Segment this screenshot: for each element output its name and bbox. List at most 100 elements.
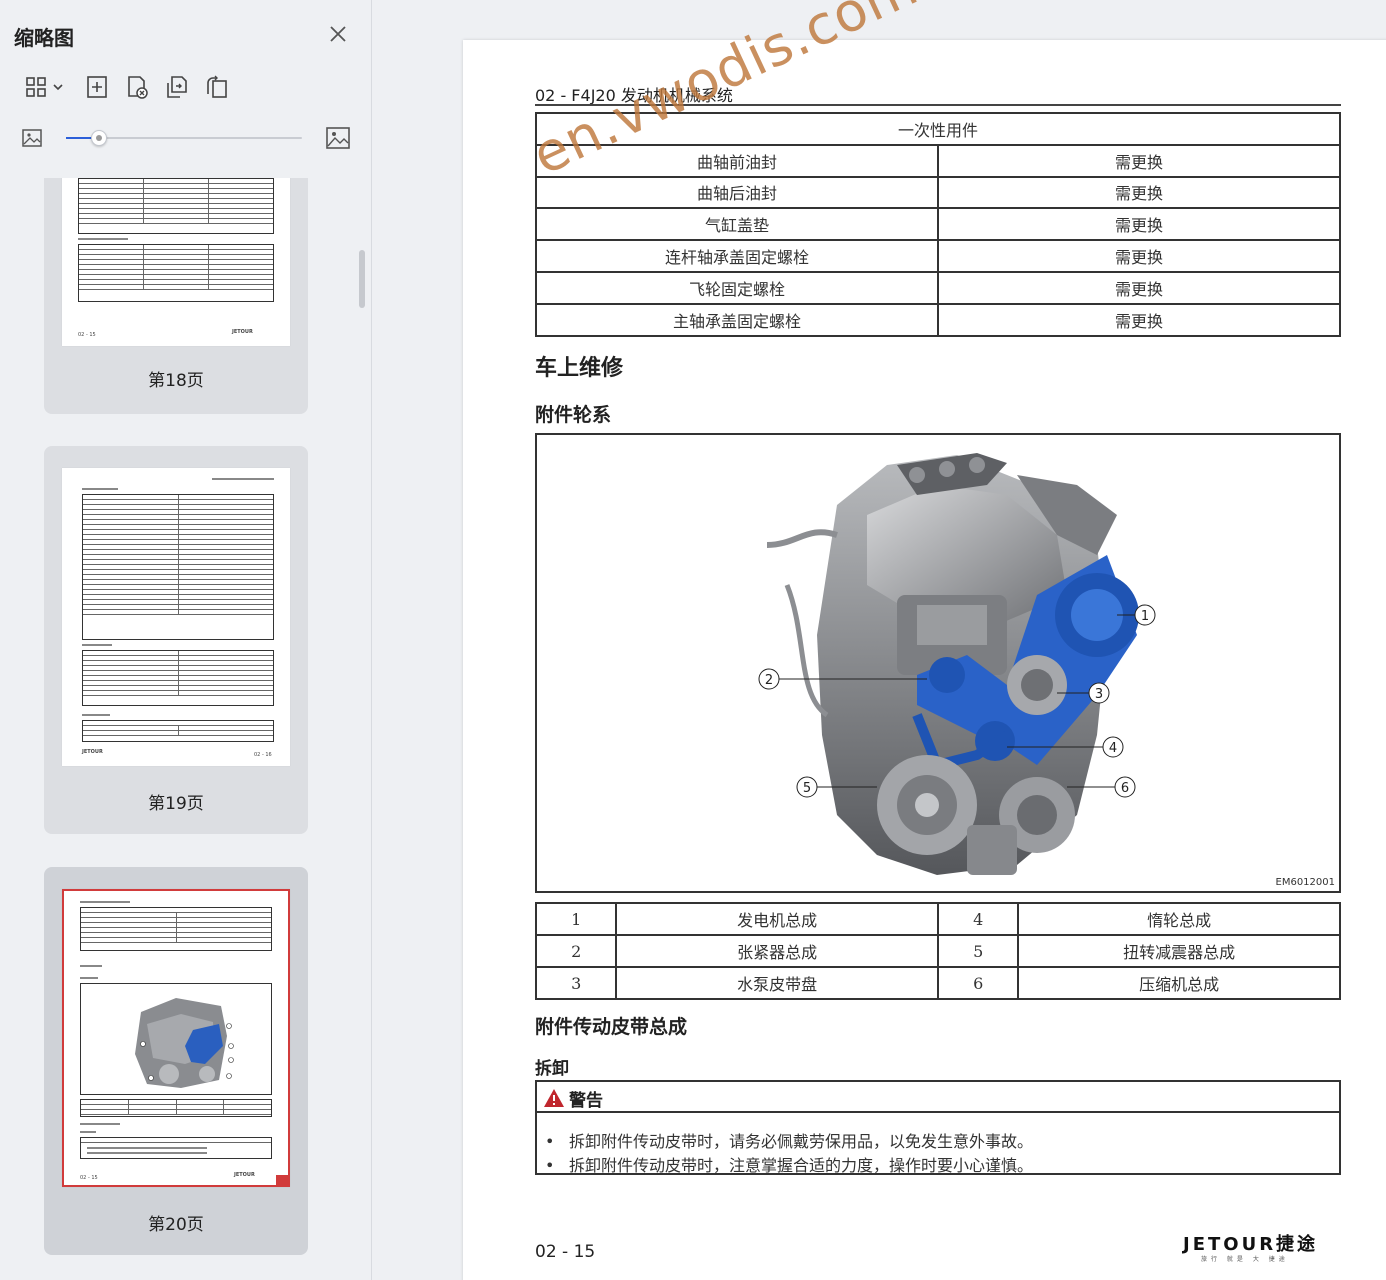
add-page-icon bbox=[87, 76, 107, 98]
thumbnail-footer-left: JETOUR bbox=[82, 749, 103, 755]
thumbnail-label: 第19页 bbox=[148, 794, 204, 814]
warning-header: 警告 bbox=[537, 1082, 1339, 1113]
view-mode-button[interactable] bbox=[20, 72, 68, 102]
legend-name: 水泵皮带盘 bbox=[615, 966, 939, 1000]
part-name: 曲轴后油封 bbox=[535, 175, 939, 210]
callout-5-label: 5 bbox=[803, 781, 811, 796]
add-page-button[interactable] bbox=[82, 72, 112, 102]
legend-name: 发电机总成 bbox=[615, 902, 939, 936]
thumbnail-footer-left: 02 - 15 bbox=[80, 1175, 98, 1181]
subsection-heading: 附件传动皮带总成 bbox=[535, 1016, 688, 1038]
thumbnail-zoom bbox=[18, 122, 358, 156]
thumbnail-page-18[interactable]: 02 - 15 JETOUR 第18页 bbox=[44, 178, 308, 414]
table-row: 曲轴后油封 需更换 bbox=[535, 175, 1341, 210]
chevron-down-icon bbox=[53, 84, 63, 91]
part-name: 曲轴前油封 bbox=[535, 143, 939, 178]
rotate-page-button[interactable] bbox=[202, 72, 232, 102]
extract-page-icon bbox=[167, 76, 187, 98]
engine-figure: 1 2 3 4 5 6 EM6012001 bbox=[535, 433, 1341, 893]
grid-view-icon bbox=[26, 77, 46, 97]
header-rule bbox=[535, 104, 1341, 106]
procedure-heading: 拆卸 bbox=[535, 1059, 569, 1079]
panel-title: 缩略图 bbox=[14, 26, 74, 50]
part-name: 主轴承盖固定螺栓 bbox=[535, 302, 939, 337]
warning-item: • 拆卸附件传动皮带时，注意掌握合适的力度，操作时要小心谨慎。 bbox=[545, 1156, 1034, 1175]
table-title: 一次性用件 bbox=[535, 112, 1341, 146]
part-name: 飞轮固定螺栓 bbox=[535, 270, 939, 305]
part-action: 需更换 bbox=[937, 239, 1341, 273]
document-viewer: 02 - F4J20 发动机机械系统 一次性用件 曲轴前油封 需更换 曲轴后油封需… bbox=[373, 0, 1386, 1280]
thumbnail-preview: JETOUR 02 - 16 bbox=[62, 468, 290, 766]
rotate-page-icon bbox=[207, 75, 227, 98]
thumbnail-panel: 缩略图 02 - 15 JETOUR 第18页 JETOUR 02 - 16 第… bbox=[0, 0, 372, 1280]
table-row: 气缸盖垫 需更换 bbox=[535, 207, 1341, 242]
current-page-marker bbox=[276, 1175, 288, 1185]
thumbnail-footer-right: 02 - 16 bbox=[254, 752, 272, 758]
legend-name: 压缩机总成 bbox=[1017, 966, 1341, 1000]
callout-6-label: 6 bbox=[1121, 781, 1129, 796]
thumbnail-page-19[interactable]: JETOUR 02 - 16 第19页 bbox=[44, 446, 308, 834]
close-icon[interactable] bbox=[326, 22, 350, 46]
legend-name: 惰轮总成 bbox=[1017, 902, 1341, 936]
part-name: 气缸盖垫 bbox=[535, 207, 939, 242]
callout-4-label: 4 bbox=[1109, 741, 1117, 756]
callout-2-label: 2 bbox=[765, 673, 773, 688]
disposable-parts-table: 一次性用件 曲轴前油封 需更换 曲轴后油封 需更换 气缸盖垫 需更换 连杆轴承盖固定螺… bbox=[535, 112, 1341, 337]
delete-page-icon bbox=[128, 76, 148, 99]
page-header: 02 - F4J20 发动机机械系统 bbox=[535, 86, 733, 105]
warning-box: 警告 • 拆卸附件传动皮带时，请务必佩戴劳保用品，以免发生意外事故。 • 拆卸附件传… bbox=[535, 1080, 1341, 1175]
warning-item: • 拆卸附件传动皮带时，请务必佩戴劳保用品，以免发生意外事故。 bbox=[545, 1132, 1034, 1151]
thumbnail-footer-right: JETOUR bbox=[232, 329, 253, 335]
legend-number: 6 bbox=[936, 966, 1020, 1000]
table-row: 主轴承盖固定螺栓 需更换 bbox=[535, 302, 1341, 337]
thumbnail-scrollbar[interactable] bbox=[359, 250, 365, 308]
legend-number: 2 bbox=[534, 934, 618, 968]
legend-number: 5 bbox=[936, 934, 1020, 968]
warning-text: 拆卸附件传动皮带时，请务必佩戴劳保用品，以免发生意外事故。 bbox=[569, 1132, 1034, 1151]
part-action: 需更换 bbox=[937, 207, 1341, 242]
legend-number: 3 bbox=[534, 966, 618, 1000]
part-name: 连杆轴承盖固定螺栓 bbox=[535, 239, 939, 273]
warning-triangle-icon bbox=[544, 1089, 564, 1107]
legend-number: 4 bbox=[936, 902, 1020, 936]
zoom-slider-thumb[interactable] bbox=[91, 130, 107, 146]
legend-name: 张紧器总成 bbox=[615, 934, 939, 968]
delete-page-button[interactable] bbox=[122, 72, 152, 102]
thumbnail-label: 第18页 bbox=[148, 371, 204, 391]
part-action: 需更换 bbox=[937, 302, 1341, 337]
thumbnail-list: 02 - 15 JETOUR 第18页 JETOUR 02 - 16 第19页 … bbox=[0, 178, 372, 1280]
image-small-icon[interactable] bbox=[20, 126, 44, 150]
thumbnail-preview: 02 - 15 JETOUR bbox=[62, 889, 290, 1187]
legend-number: 1 bbox=[534, 902, 618, 936]
zoom-slider[interactable] bbox=[66, 130, 302, 146]
table-row: 2 张紧器总成 5 扭转减震器总成 bbox=[534, 934, 1341, 968]
image-large-icon[interactable] bbox=[324, 124, 352, 152]
thumbnail-footer-left: 02 - 15 bbox=[78, 332, 96, 338]
part-action: 需更换 bbox=[937, 175, 1341, 210]
brand-name: JETOUR捷途 bbox=[1183, 1234, 1319, 1255]
part-action: 需更换 bbox=[937, 270, 1341, 305]
page-number: 02 - 15 bbox=[535, 1242, 596, 1262]
warning-text: 拆卸附件传动皮带时，注意掌握合适的力度，操作时要小心谨慎。 bbox=[569, 1156, 1034, 1175]
extract-page-button[interactable] bbox=[162, 72, 192, 102]
section-heading: 车上维修 bbox=[535, 356, 624, 381]
callout-3-label: 3 bbox=[1095, 687, 1103, 702]
warning-title: 警告 bbox=[569, 1091, 603, 1111]
document-page: 02 - F4J20 发动机机械系统 一次性用件 曲轴前油封 需更换 曲轴后油封需… bbox=[463, 0, 1386, 1280]
thumbnail-label: 第20页 bbox=[148, 1215, 204, 1235]
figure-code: EM6012001 bbox=[1275, 877, 1335, 888]
brand-tagline: 旅行 就是 大 捷途 bbox=[1201, 1256, 1289, 1263]
table-row: 曲轴前油封 需更换 bbox=[535, 143, 1341, 178]
table-row: 连杆轴承盖固定螺栓 需更换 bbox=[535, 239, 1341, 273]
subsection-heading: 附件轮系 bbox=[535, 404, 612, 426]
component-legend-table: 1 发电机总成 4 惰轮总成 2 张紧器总成 5 扭转减震器总成 3 水泵皮带盘… bbox=[534, 902, 1341, 1000]
legend-name: 扭转减震器总成 bbox=[1017, 934, 1341, 968]
thumbnail-page-20[interactable]: 02 - 15 JETOUR 第20页 bbox=[44, 867, 308, 1255]
table-row: 飞轮固定螺栓 需更换 bbox=[535, 270, 1341, 305]
thumbnail-preview: 02 - 15 JETOUR bbox=[62, 178, 290, 346]
engine-illustration: 1 2 3 4 5 6 bbox=[758, 453, 1156, 875]
callout-1-label: 1 bbox=[1141, 609, 1149, 624]
part-action: 需更换 bbox=[937, 143, 1341, 178]
brand-logo: JETOUR捷途 旅行 就是 大 捷途 bbox=[1183, 1230, 1343, 1264]
table-row: 3 水泵皮带盘 6 压缩机总成 bbox=[534, 966, 1341, 1000]
